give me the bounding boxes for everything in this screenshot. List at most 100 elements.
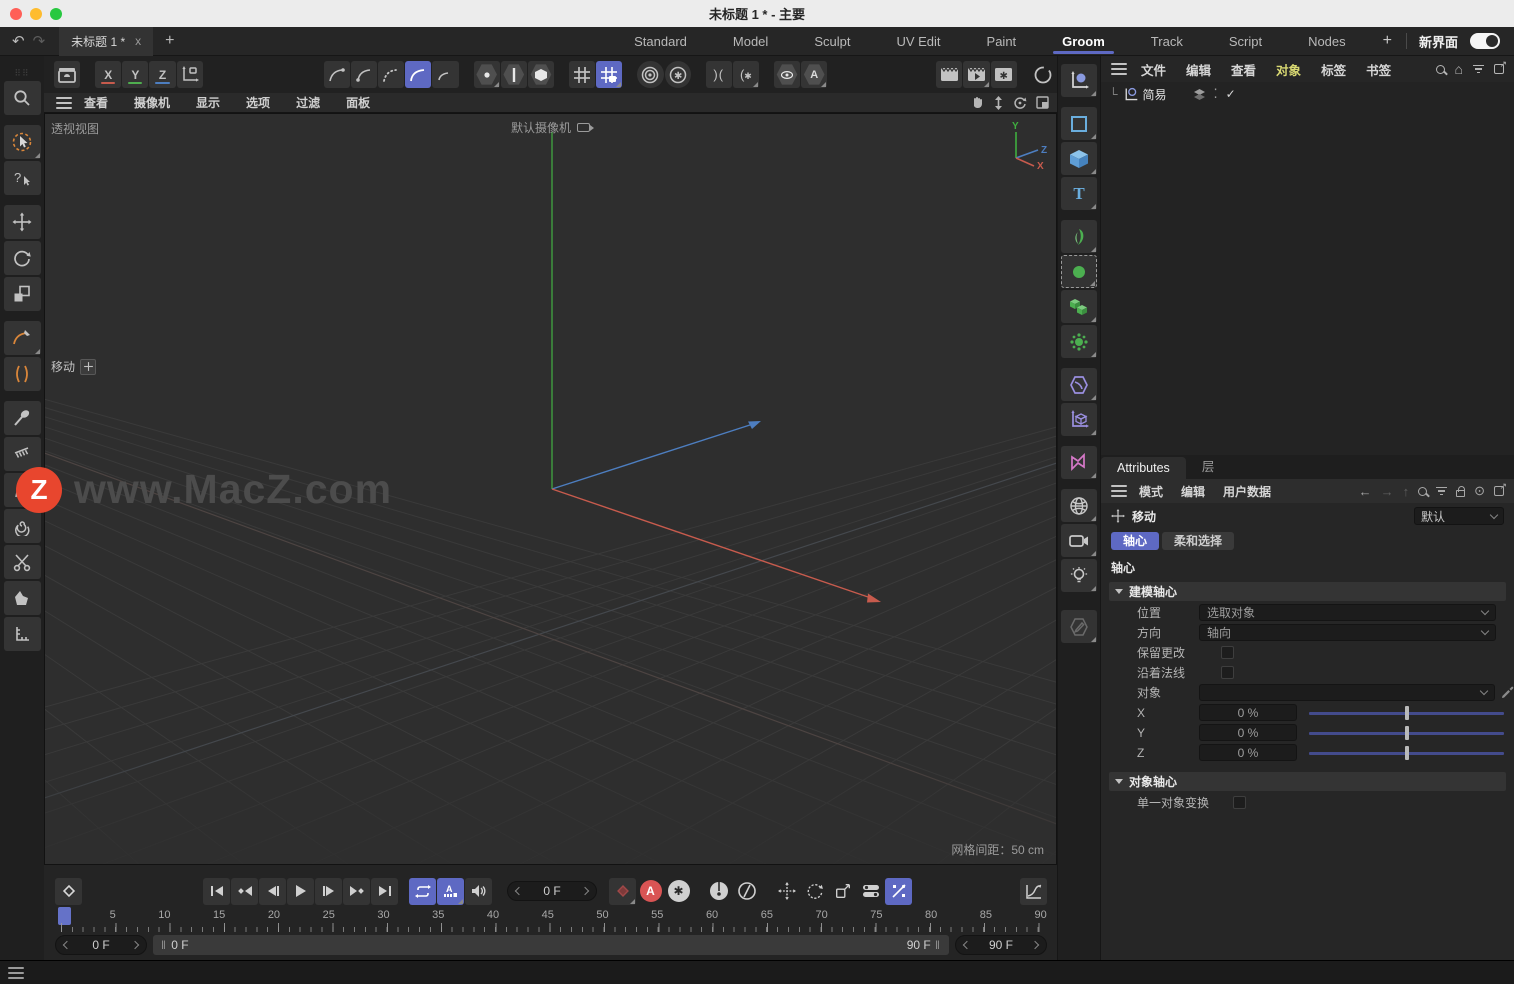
- subtab-axis[interactable]: 轴心: [1111, 532, 1160, 550]
- viewport-menu-camera[interactable]: 摄像机: [134, 94, 170, 111]
- record-keyframe-button[interactable]: [609, 877, 636, 905]
- position-dropdown[interactable]: 选取对象: [1199, 604, 1496, 621]
- zoom-tool-icon[interactable]: [3, 81, 41, 115]
- attr-menu-edit[interactable]: 编辑: [1181, 483, 1205, 500]
- axis-x-slider[interactable]: [1309, 705, 1504, 720]
- close-document-icon[interactable]: x: [135, 34, 141, 48]
- eyedropper-icon[interactable]: [1501, 686, 1514, 699]
- keep-changes-checkbox[interactable]: [1221, 646, 1234, 659]
- add-workspace-button[interactable]: +: [1369, 32, 1406, 50]
- om-menu-edit[interactable]: 编辑: [1186, 60, 1211, 79]
- spline-pen-tool-icon[interactable]: [1061, 64, 1097, 97]
- axis-z-slider[interactable]: [1309, 745, 1504, 760]
- history-back-icon[interactable]: ←: [1359, 484, 1372, 499]
- record-rotation-button[interactable]: [801, 878, 828, 905]
- attr-lock-icon[interactable]: [1456, 485, 1466, 497]
- go-up-icon[interactable]: ↑: [1403, 484, 1410, 499]
- fcurve-editor-button[interactable]: [1020, 877, 1047, 905]
- decrement-icon[interactable]: [62, 940, 72, 950]
- camera-object-icon[interactable]: [1061, 524, 1097, 557]
- increment-icon[interactable]: [580, 886, 590, 896]
- range-end-value[interactable]: 90 F: [989, 938, 1013, 952]
- zoom-view-icon[interactable]: [993, 95, 1004, 110]
- current-frame-spinner[interactable]: 0 F: [507, 881, 597, 901]
- range-end-spinner[interactable]: 90 F: [955, 935, 1047, 955]
- keyframe-selection-button[interactable]: [705, 878, 732, 905]
- go-to-start-button[interactable]: [203, 877, 230, 905]
- hair-brush-icon[interactable]: [3, 401, 41, 435]
- record-parameter-button[interactable]: [857, 878, 884, 905]
- attr-popout-icon[interactable]: [1494, 481, 1507, 496]
- new-document-button[interactable]: +: [165, 32, 174, 50]
- range-grip-left-icon[interactable]: ‖: [161, 938, 171, 952]
- layer-icon[interactable]: [1193, 88, 1206, 101]
- previous-key-button[interactable]: [231, 877, 258, 905]
- subtab-soft-selection[interactable]: 柔和选择: [1162, 532, 1235, 550]
- attr-target-icon[interactable]: ⊙: [1474, 483, 1485, 499]
- tab-layers[interactable]: 层: [1186, 452, 1231, 479]
- toggle-panel-layout-icon[interactable]: [1036, 96, 1049, 109]
- autokey-button[interactable]: A: [637, 878, 664, 905]
- document-tab[interactable]: 未标题 1 * x: [59, 26, 154, 56]
- help-pick-icon[interactable]: ?: [3, 161, 41, 195]
- play-button[interactable]: [287, 877, 314, 905]
- current-frame-value[interactable]: 0 F: [543, 884, 560, 898]
- attr-menu-mode[interactable]: 模式: [1139, 483, 1163, 500]
- om-home-icon[interactable]: ⌂: [1455, 61, 1463, 77]
- attr-filter-icon[interactable]: [1436, 485, 1448, 498]
- interactive-render-icon[interactable]: [1030, 61, 1056, 88]
- record-position-button[interactable]: [773, 878, 800, 905]
- new-interface-toggle[interactable]: [1470, 33, 1500, 49]
- workspace-tab-groom[interactable]: Groom: [1039, 27, 1128, 56]
- coordinate-system-icon[interactable]: [176, 61, 203, 88]
- sound-button[interactable]: [465, 877, 492, 905]
- falloff-smooth-icon[interactable]: [405, 61, 432, 88]
- workspace-tab-paint[interactable]: Paint: [964, 27, 1040, 56]
- range-start-value[interactable]: 0 F: [92, 938, 109, 952]
- record-pla-button[interactable]: [885, 877, 912, 905]
- play-mode-all-frames-button[interactable]: A: [437, 877, 464, 905]
- attr-search-icon[interactable]: [1418, 486, 1428, 496]
- symmetry-settings-icon[interactable]: (✱: [732, 61, 759, 88]
- light-object-icon[interactable]: [1061, 559, 1097, 592]
- volume-builder-icon[interactable]: [1061, 446, 1097, 479]
- falloff-dotted-icon[interactable]: [378, 61, 405, 88]
- axis-x-value[interactable]: 0 %: [1199, 704, 1297, 721]
- scale-tool-icon[interactable]: [3, 277, 41, 311]
- decrement-icon[interactable]: [514, 886, 524, 896]
- object-tree-row[interactable]: └ 简易 ⁚ ✓: [1101, 82, 1514, 106]
- lock-z-axis-button[interactable]: Z: [149, 61, 176, 88]
- viewport-menu-icon[interactable]: [56, 94, 72, 112]
- om-menu-view[interactable]: 查看: [1231, 60, 1256, 79]
- enabled-check-icon[interactable]: ✓: [1226, 87, 1236, 101]
- attr-menu-userdata[interactable]: 用户数据: [1223, 483, 1271, 500]
- status-menu-icon[interactable]: [8, 964, 24, 982]
- axis-y-value[interactable]: 0 %: [1199, 724, 1297, 741]
- om-menu-file[interactable]: 文件: [1141, 60, 1166, 79]
- sky-environment-icon[interactable]: [1061, 489, 1097, 522]
- object-axis-group-header[interactable]: 对象轴心: [1109, 772, 1506, 791]
- modeling-axis-group-header[interactable]: 建模轴心: [1109, 582, 1506, 601]
- preview-range-bar[interactable]: ‖ 0 F 90 F ‖: [153, 935, 949, 955]
- om-popout-icon[interactable]: [1494, 59, 1507, 74]
- next-key-button[interactable]: [343, 877, 370, 905]
- scissors-icon[interactable]: [3, 545, 41, 579]
- axis-z-value[interactable]: 0 %: [1199, 744, 1297, 761]
- keyframe-diamond-button[interactable]: [55, 877, 82, 905]
- orientation-dropdown[interactable]: 轴向: [1199, 624, 1496, 641]
- workplane-lock-icon[interactable]: [596, 61, 623, 88]
- redo-icon[interactable]: ↷: [33, 32, 46, 50]
- push-finger-icon[interactable]: [3, 581, 41, 615]
- frame-ruler[interactable]: 051015202530354045505560657075808590: [55, 907, 1047, 933]
- tab-attributes[interactable]: Attributes: [1101, 457, 1186, 479]
- workspace-tab-model[interactable]: Model: [710, 27, 791, 56]
- snap-settings-icon[interactable]: ✱: [664, 61, 691, 88]
- undo-icon[interactable]: ↶: [12, 32, 25, 50]
- cube-primitive-icon[interactable]: [1061, 142, 1097, 175]
- history-forward-icon[interactable]: →: [1381, 484, 1394, 499]
- generator-settings-icon[interactable]: [1061, 325, 1097, 358]
- axis-y-slider[interactable]: [1309, 725, 1504, 740]
- enable-snap-icon[interactable]: [637, 61, 664, 88]
- keying-settings-button[interactable]: ✱: [665, 878, 692, 905]
- lock-x-axis-button[interactable]: X: [95, 61, 122, 88]
